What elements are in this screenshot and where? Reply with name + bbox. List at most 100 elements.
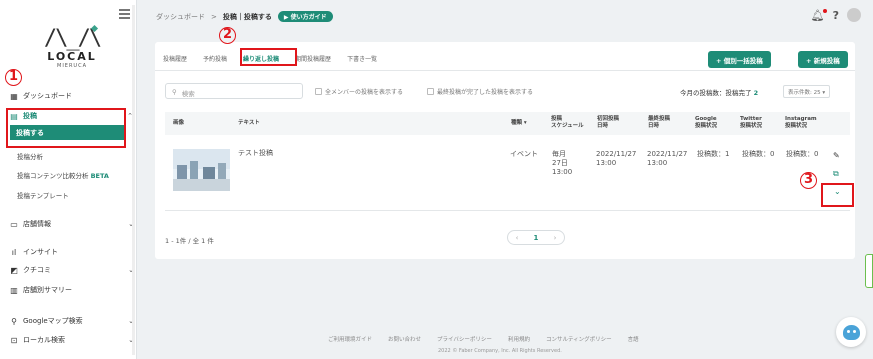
- edit-icon[interactable]: ✎: [833, 151, 840, 160]
- th-type[interactable]: 種類 ▾: [511, 120, 527, 127]
- copy-icon[interactable]: ⧉: [833, 169, 839, 179]
- page-1-button[interactable]: 1: [534, 234, 539, 242]
- footer-link[interactable]: ご利用環境ガイド: [328, 335, 372, 343]
- annotation-box-post: [6, 108, 126, 148]
- row-twitter: 投稿数：0: [742, 150, 775, 158]
- search-input[interactable]: ⚲ 検索: [165, 83, 303, 99]
- top-icons: 🔔︎ ?: [811, 8, 861, 22]
- menu-icon[interactable]: [119, 9, 130, 19]
- next-page-button[interactable]: ›: [554, 234, 557, 242]
- summary-icon: ▥: [10, 285, 18, 295]
- bell-icon[interactable]: 🔔︎: [811, 8, 827, 22]
- help-icon[interactable]: ?: [833, 9, 839, 22]
- sidebar-item-insight[interactable]: ıl インサイト: [10, 247, 58, 257]
- chatbot-button[interactable]: [836, 317, 866, 347]
- row-divider: [165, 210, 850, 211]
- pin-icon: ⚲: [11, 316, 17, 326]
- finished-checkbox[interactable]: 最終投稿が完了した投稿を表示する: [427, 87, 533, 96]
- search-icon: ⊡: [10, 335, 18, 345]
- row-last: 2022/11/27 13:00: [647, 150, 688, 167]
- tab-scheduled[interactable]: 予約投稿: [203, 54, 227, 63]
- new-post-button[interactable]: + 新規投稿: [798, 51, 848, 68]
- sidebar: /\_/\ LOCAL MIERUCA ▦ ダッシュボード ▤ 投稿 ⌃ 投稿す…: [0, 0, 137, 359]
- th-twitter: Twitter 投稿状況: [740, 116, 763, 129]
- topbar: ダッシュボード > 投稿｜投稿する ▶ 使い方ガイド 🔔︎ ?: [138, 0, 873, 32]
- th-image: 画像: [173, 120, 185, 126]
- annotation-three: 3: [800, 172, 817, 189]
- chart-icon: ıl: [11, 247, 17, 257]
- content-compare-label: 投稿コンテンツ比較分析: [17, 172, 89, 180]
- monthly-post-count: 今月の投稿数：投稿完了 2: [680, 87, 758, 97]
- review-icon: ◩: [10, 265, 18, 275]
- footer-link[interactable]: 利用規約: [508, 335, 530, 343]
- play-icon: ▶: [283, 14, 291, 21]
- pagination-summary: 1 - 1件 / 全 1 件: [165, 237, 214, 245]
- table-header: 画像 テキスト 種類 ▾ 投稿 スケジュール 初回投稿 日時 最終投稿 日時 G…: [165, 112, 850, 135]
- guide-button[interactable]: ▶ 使い方ガイド: [277, 11, 333, 22]
- sidebar-item-label: 店舗情報: [23, 220, 51, 228]
- chatbot-icon: [842, 324, 860, 340]
- row-first: 2022/11/27 13:00: [596, 150, 637, 167]
- sidebar-subitem-template[interactable]: 投稿テンプレート: [17, 190, 69, 200]
- count-value: 2: [753, 89, 759, 97]
- sidebar-item-label: ダッシュボード: [23, 92, 72, 100]
- th-google: Google 投稿状況: [695, 116, 718, 129]
- sidebar-scrollbar[interactable]: [132, 5, 135, 355]
- th-first[interactable]: 初回投稿 日時: [597, 116, 619, 130]
- pagination: ‹ 1 ›: [507, 230, 565, 245]
- row-instagram: 投稿数：0: [786, 150, 819, 158]
- row-text: テスト投稿: [238, 149, 273, 157]
- post-thumbnail[interactable]: [173, 149, 230, 191]
- row-type: イベント: [510, 150, 538, 158]
- sidebar-item-label: ローカル検索: [23, 336, 65, 344]
- annotation-one: 1: [5, 69, 22, 86]
- footer-link[interactable]: コンサルティングポリシー: [546, 335, 612, 343]
- search-placeholder: 検索: [181, 90, 195, 98]
- tab-drafts[interactable]: 下書き一覧: [347, 54, 377, 63]
- sidebar-item-google-map[interactable]: ⚲ Googleマップ検索 ⌄: [10, 316, 134, 326]
- store-icon: ▭: [10, 219, 18, 229]
- row-google: 投稿数：1: [697, 150, 730, 158]
- checkbox-label: 全メンバーの投稿を表示する: [325, 89, 404, 96]
- count-label: 今月の投稿数：投稿完了: [680, 89, 752, 97]
- copyright: 2022 © Faber Company, Inc. All Rights Re…: [438, 348, 562, 354]
- sidebar-item-store[interactable]: ▭ 店舗情報 ⌄: [10, 219, 134, 229]
- breadcrumb: ダッシュボード > 投稿｜投稿する ▶ 使い方ガイド: [156, 11, 333, 22]
- breadcrumb-separator: >: [211, 12, 217, 21]
- tab-period-history[interactable]: 期間投稿履歴: [295, 54, 331, 63]
- per-page-select[interactable]: 表示件数: 25 ▾: [783, 85, 831, 98]
- sidebar-item-label: 店舗別サマリー: [23, 286, 72, 294]
- sidebar-item-label: Googleマップ検索: [23, 317, 83, 325]
- logo: /\_/\ LOCAL MIERUCA: [43, 26, 102, 70]
- breadcrumb-root[interactable]: ダッシュボード: [156, 12, 205, 22]
- checkbox-box: [427, 88, 434, 95]
- sidebar-item-local-search[interactable]: ⊡ ローカル検索 ⌄: [10, 335, 134, 345]
- side-widget[interactable]: [865, 254, 873, 288]
- avatar[interactable]: [847, 8, 861, 22]
- bulk-post-button[interactable]: + 個別一括投稿: [708, 51, 771, 68]
- all-members-checkbox[interactable]: 全メンバーの投稿を表示する: [315, 87, 403, 96]
- main-card: 投稿履歴 予約投稿 繰り返し投稿 期間投稿履歴 下書き一覧 + 個別一括投稿 +…: [155, 42, 855, 259]
- sidebar-item-label: インサイト: [23, 248, 58, 256]
- th-last[interactable]: 最終投稿 日時: [648, 116, 670, 130]
- sidebar-subitem-analysis[interactable]: 投稿分析: [17, 151, 43, 161]
- footer-link[interactable]: プライバシーポリシー: [437, 335, 492, 343]
- th-instagram: Instagram 投稿状況: [785, 116, 817, 129]
- dashboard-icon: ▦: [10, 91, 18, 101]
- checkbox-label: 最終投稿が完了した投稿を表示する: [437, 89, 534, 96]
- sidebar-item-review[interactable]: ◩ クチコミ ⌄: [10, 265, 134, 275]
- tab-divider: [155, 70, 855, 71]
- checkbox-box: [315, 88, 322, 95]
- footer-link[interactable]: 言語: [628, 335, 639, 343]
- breadcrumb-current: 投稿｜投稿する: [222, 12, 272, 21]
- prev-page-button[interactable]: ‹: [516, 234, 519, 242]
- sidebar-subitem-content-compare[interactable]: 投稿コンテンツ比較分析 BETA: [17, 170, 109, 180]
- sidebar-item-summary[interactable]: ▥ 店舗別サマリー: [10, 285, 72, 295]
- sidebar-item-dashboard[interactable]: ▦ ダッシュボード: [10, 91, 72, 101]
- footer-link[interactable]: お問い合わせ: [388, 335, 421, 343]
- tab-history[interactable]: 投稿履歴: [163, 54, 187, 63]
- annotation-box-repeat-tab: [240, 48, 297, 66]
- search-icon: ⚲: [172, 88, 177, 96]
- sidebar-item-label: クチコミ: [23, 266, 51, 274]
- beta-badge: BETA: [90, 172, 109, 180]
